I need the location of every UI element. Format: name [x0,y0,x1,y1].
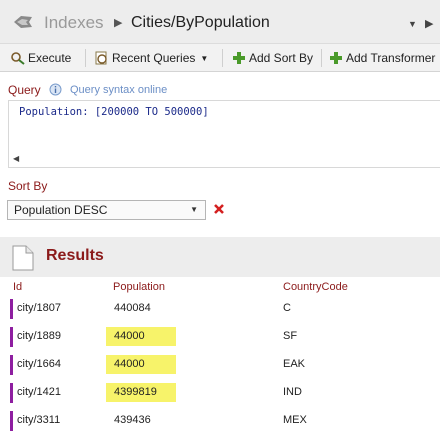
add-sort-by-label: Add Sort By [249,51,314,65]
scroll-left-arrow-icon[interactable]: ◀ [13,154,19,163]
chevron-down-icon: ▼ [200,53,209,63]
row-id[interactable]: city/1807 [17,302,61,314]
table-row[interactable]: city/1807 440084 C [0,297,440,321]
query-syntax-link[interactable]: Query syntax online [70,84,167,96]
row-countrycode: IND [283,386,302,398]
table-row[interactable]: city/1421 4399819 IND [0,381,440,405]
recent-queries-icon [95,51,107,65]
breadcrumb-indexes-link[interactable]: Indexes [44,13,104,33]
row-population: 4399819 [106,383,176,402]
green-plus-icon [233,52,245,64]
table-row[interactable]: city/1664 44000 EAK [0,353,440,377]
row-countrycode: C [283,302,291,314]
toolbar: Execute Recent Queries ▼ Add Sort By Add… [0,44,440,72]
info-icon [49,83,62,96]
add-transformer-label: Add Transformer [346,51,436,65]
row-id[interactable]: city/1889 [17,330,61,342]
row-countrycode: SF [283,330,298,342]
row-population: 440084 [114,302,151,314]
toolbar-divider [85,49,86,67]
row-population: 44000 [106,355,176,374]
execute-button[interactable]: Execute [10,49,71,67]
sort-by-selected-value: Population DESC [14,203,108,217]
table-row[interactable]: city/3311 439436 MEX [0,409,440,433]
results-title: Results [46,247,104,264]
index-dropdown-icon[interactable]: ▼ [408,19,417,29]
query-editor[interactable]: Population: [200000 TO 500000] ◀ [8,100,440,168]
row-population: 439436 [114,414,151,426]
row-id[interactable]: city/1664 [17,358,61,370]
results-header: Results [0,237,440,277]
breadcrumb-separator-icon: ▶ [114,17,123,29]
recent-queries-button[interactable]: Recent Queries ▼ [94,49,208,67]
row-marker [10,383,13,403]
add-sort-by-button[interactable]: Add Sort By [231,49,313,67]
red-x-icon[interactable] [213,203,225,215]
sort-by-select[interactable]: Population DESC ▼ [7,200,206,220]
recent-queries-label: Recent Queries [112,51,196,65]
toolbar-divider [222,49,223,67]
next-arrow-icon[interactable]: ▶ [425,17,433,30]
query-text[interactable]: Population: [200000 TO 500000] [19,106,209,118]
column-header-population[interactable]: Population [113,281,165,293]
breadcrumb-current-index: Cities/ByPopulation [131,14,270,31]
row-countrycode: MEX [283,414,307,426]
execute-icon [11,52,25,65]
row-id[interactable]: city/3311 [17,414,60,426]
breadcrumb: Indexes ▶ Cities/ByPopulation ▼ ▶ [0,0,440,44]
raven-logo-icon[interactable] [12,13,34,31]
row-marker [10,355,13,375]
query-label: Query [8,83,41,97]
column-header-id[interactable]: Id [13,281,22,293]
add-transformer-button[interactable]: Add Transformer [328,49,435,67]
row-marker [10,411,13,431]
execute-label: Execute [28,51,72,65]
chevron-down-icon: ▼ [190,205,198,214]
toolbar-divider [321,49,322,67]
table-row[interactable]: city/1889 44000 SF [0,325,440,349]
green-plus-icon [330,52,342,64]
row-countrycode: EAK [283,358,306,370]
row-marker [10,299,13,319]
document-icon [12,245,34,271]
row-population: 44000 [106,327,176,346]
row-id[interactable]: city/1421 [17,386,61,398]
row-marker [10,327,13,347]
column-header-countrycode[interactable]: CountryCode [283,281,348,293]
sort-by-label: Sort By [8,179,48,193]
